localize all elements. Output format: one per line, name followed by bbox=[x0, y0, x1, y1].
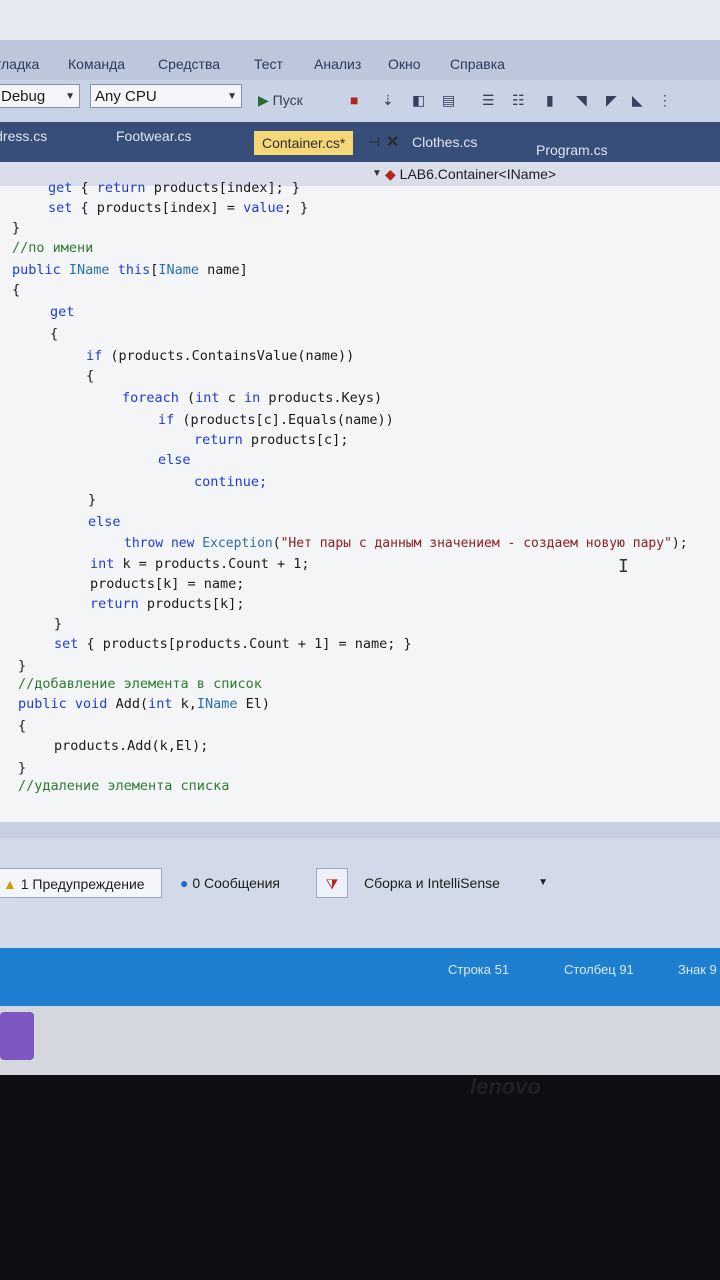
bookmark-list-icon[interactable]: ◣ bbox=[632, 92, 643, 109]
chevron-down-icon: ▼ bbox=[538, 877, 548, 888]
tab-program[interactable]: Program.cs bbox=[536, 142, 608, 158]
code-line: else bbox=[88, 514, 121, 530]
comment-icon[interactable]: ☰ bbox=[482, 92, 495, 109]
menu-analyze[interactable]: Анализ bbox=[314, 56, 361, 72]
class-icon: ◆ bbox=[385, 166, 396, 182]
menu-help[interactable]: Справка bbox=[450, 56, 505, 72]
code-line: products.Add(k,El); bbox=[54, 738, 209, 754]
code-line: set { products[index] = value; } bbox=[48, 200, 309, 216]
bookmark-icon[interactable]: ▮ bbox=[546, 92, 554, 109]
uncomment-icon[interactable]: ☷ bbox=[512, 92, 525, 109]
menu-test[interactable]: Тест bbox=[254, 56, 283, 72]
start-label: Пуск bbox=[272, 92, 303, 108]
code-line: { bbox=[12, 282, 21, 298]
start-button[interactable]: ▶ Пуск bbox=[258, 92, 303, 109]
code-editor[interactable]: get { return products[index]; } set { pr… bbox=[0, 180, 720, 822]
tab-container[interactable]: Container.cs* bbox=[254, 131, 354, 155]
member-combo[interactable]: ◆ LAB6.Container<IName> bbox=[385, 166, 556, 183]
laptop-brand-logo: lenovo bbox=[470, 1074, 541, 1099]
code-line: set { products[products.Count + 1] = nam… bbox=[54, 636, 412, 652]
code-line: { bbox=[18, 718, 27, 734]
bookmark-next-icon[interactable]: ▤ bbox=[442, 92, 455, 109]
menu-team[interactable]: Команда bbox=[68, 56, 125, 72]
tab-footwear[interactable]: Footwear.cs bbox=[116, 128, 191, 144]
filter-toggle-button[interactable]: ⧩ bbox=[316, 868, 348, 898]
code-line: } bbox=[54, 616, 63, 632]
text-cursor-icon: I bbox=[618, 556, 629, 577]
code-line: else bbox=[158, 452, 191, 468]
step-icon[interactable]: ⇣ bbox=[382, 92, 394, 109]
taskbar bbox=[0, 1006, 720, 1075]
horizontal-scrollbar[interactable] bbox=[0, 822, 720, 838]
bookmark-clear-icon[interactable]: ◤ bbox=[606, 92, 617, 109]
status-char: Знак 9 bbox=[678, 962, 717, 977]
warning-icon: ▲ bbox=[3, 876, 17, 892]
code-line: throw new Exception("Нет пары с данным з… bbox=[124, 536, 688, 551]
screen: Отладка Команда Средства Тест Анализ Окн… bbox=[0, 0, 720, 1075]
visual-studio-icon[interactable] bbox=[0, 1012, 34, 1060]
warnings-label: 1 Предупреждение bbox=[20, 876, 145, 892]
code-line: get { return products[index]; } bbox=[48, 180, 300, 196]
code-line: foreach (int c in products.Keys) bbox=[122, 390, 383, 406]
pin-icon[interactable]: ⊣ bbox=[368, 134, 380, 151]
breakpoint-icon[interactable]: ■ bbox=[350, 92, 358, 108]
menu-debug[interactable]: Отладка bbox=[0, 56, 39, 72]
tab-bar bbox=[0, 122, 720, 162]
code-line: } bbox=[12, 220, 21, 236]
config-value: Debug bbox=[1, 88, 46, 105]
menu-tools[interactable]: Средства bbox=[158, 56, 220, 72]
code-line: { bbox=[86, 368, 95, 384]
code-comment: //добавление элемента в список bbox=[18, 676, 262, 692]
messages-label: 0 Сообщения bbox=[192, 875, 281, 891]
code-line: continue; bbox=[194, 474, 268, 490]
status-line: Строка 51 bbox=[448, 962, 510, 977]
member-value: LAB6.Container<IName> bbox=[399, 166, 557, 182]
platform-value: Any CPU bbox=[95, 88, 157, 105]
status-bar bbox=[0, 948, 720, 1006]
code-line: } bbox=[18, 658, 27, 674]
code-line: int k = products.Count + 1; bbox=[90, 556, 310, 572]
code-line: return products[k]; bbox=[90, 596, 245, 612]
platform-combo[interactable]: Any CPU ▼ bbox=[90, 84, 242, 108]
code-comment: //по имени bbox=[12, 240, 94, 256]
tab-address[interactable]: Address.cs bbox=[0, 128, 47, 144]
code-line: } bbox=[88, 492, 97, 508]
chevron-down-icon: ▼ bbox=[227, 91, 237, 102]
info-icon: ● bbox=[180, 875, 189, 891]
code-line: } bbox=[18, 760, 27, 776]
chevron-down-icon: ▼ bbox=[65, 91, 75, 102]
close-icon[interactable]: ✕ bbox=[386, 132, 399, 152]
code-line: return products[c]; bbox=[194, 432, 349, 448]
code-comment: //удаление элемента списка bbox=[18, 778, 230, 794]
tab-clothes[interactable]: Clothes.cs bbox=[412, 134, 477, 150]
code-line: { bbox=[50, 326, 59, 342]
chevron-down-icon[interactable]: ▼ bbox=[372, 168, 382, 179]
messages-filter-button[interactable]: ● 0 Сообщения bbox=[172, 868, 288, 898]
menu-window[interactable]: Окно bbox=[388, 56, 421, 72]
code-line: public void Add(int k,IName El) bbox=[18, 696, 271, 712]
code-line: if (products.ContainsValue(name)) bbox=[86, 348, 355, 364]
config-combo[interactable]: Debug ▼ bbox=[0, 84, 80, 108]
status-column: Столбец 91 bbox=[564, 962, 634, 977]
build-filter-combo[interactable]: Сборка и IntelliSense ▼ bbox=[356, 868, 552, 898]
bookmark-toggle-icon[interactable]: ◥ bbox=[576, 92, 587, 109]
menu-bar: Отладка Команда Средства Тест Анализ Окн… bbox=[0, 40, 720, 80]
code-line: if (products[c].Equals(name)) bbox=[158, 412, 394, 428]
warnings-filter-button[interactable]: ▲ 1 Предупреждение bbox=[0, 868, 162, 898]
play-icon: ▶ bbox=[258, 92, 269, 108]
code-line: get bbox=[50, 304, 75, 320]
filter-icon: ⧩ bbox=[325, 876, 339, 892]
overflow-icon[interactable]: ⋮ bbox=[658, 92, 672, 109]
code-line: public IName this[IName name] bbox=[12, 262, 248, 278]
code-line: products[k] = name; bbox=[90, 576, 245, 592]
build-filter-value: Сборка и IntelliSense bbox=[364, 875, 500, 891]
bookmark-prev-icon[interactable]: ◧ bbox=[412, 92, 425, 109]
